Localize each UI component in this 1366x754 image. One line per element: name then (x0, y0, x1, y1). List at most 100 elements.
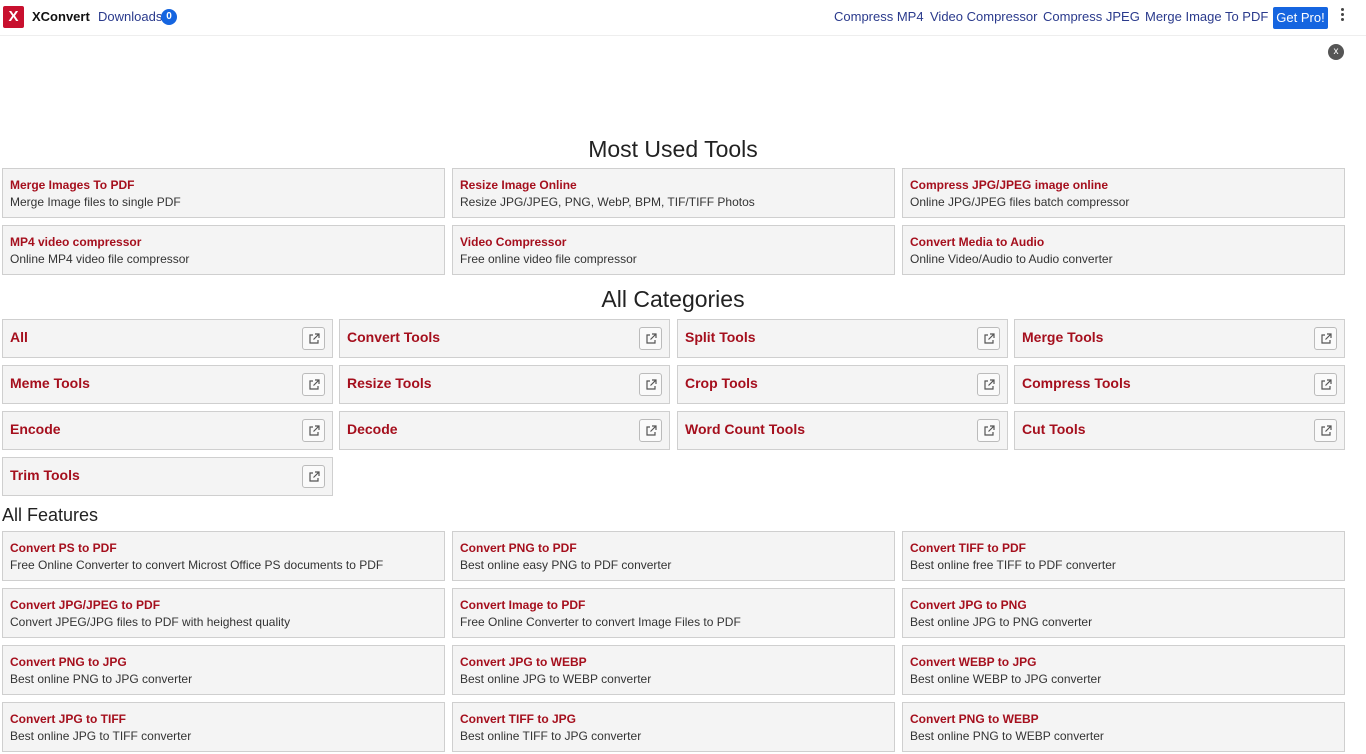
category-label[interactable]: Encode (10, 421, 61, 437)
tool-card-title[interactable]: Convert JPG/JPEG to PDF (10, 597, 444, 613)
top-navbar: X XConvert Downloads 0 Compress MP4 Vide… (0, 0, 1366, 36)
category-label[interactable]: Meme Tools (10, 375, 90, 391)
external-link-icon[interactable] (639, 419, 662, 442)
external-link-icon[interactable] (639, 327, 662, 350)
nav-compress-jpeg[interactable]: Compress JPEG (1043, 9, 1140, 24)
category-label[interactable]: All (10, 329, 28, 345)
get-pro-button[interactable]: Get Pro! (1273, 7, 1328, 29)
external-link-icon[interactable] (639, 373, 662, 396)
all-categories-title: All Categories (601, 286, 745, 312)
nav-compress-mp4[interactable]: Compress MP4 (834, 9, 924, 24)
category-card[interactable]: Trim Tools (2, 457, 333, 496)
tool-card-title[interactable]: Video Compressor (460, 234, 894, 250)
category-label[interactable]: Split Tools (685, 329, 756, 345)
tool-card-title[interactable]: Convert Media to Audio (910, 234, 1344, 250)
external-link-icon[interactable] (1314, 327, 1337, 350)
external-link-icon[interactable] (302, 327, 325, 350)
category-label[interactable]: Compress Tools (1022, 375, 1131, 391)
tool-card[interactable]: Resize Image Online Resize JPG/JPEG, PNG,… (452, 168, 895, 218)
tool-card-description: Convert JPEG/JPG files to PDF with heigh… (10, 615, 291, 629)
most-used-title: Most Used Tools (588, 136, 758, 162)
tool-card-title[interactable]: Convert JPG to PNG (910, 597, 1344, 613)
external-link-icon[interactable] (302, 465, 325, 488)
category-card[interactable]: Merge Tools (1014, 319, 1345, 358)
tool-card[interactable]: Convert TIFF to JPG Best online TIFF to J… (452, 702, 895, 752)
tool-card[interactable]: Convert WEBP to JPG Best online WEBP to J… (902, 645, 1345, 695)
tool-card-title[interactable]: Convert Image to PDF (460, 597, 894, 613)
external-link-icon[interactable] (1314, 373, 1337, 396)
xconvert-logo-icon[interactable]: X (3, 6, 24, 28)
category-label[interactable]: Trim Tools (10, 467, 80, 483)
category-card[interactable]: Split Tools (677, 319, 1008, 358)
category-card[interactable]: Word Count Tools (677, 411, 1008, 450)
category-label[interactable]: Word Count Tools (685, 421, 805, 437)
tool-card-description: Best online PNG to WEBP converter (910, 729, 1104, 743)
tool-card-description: Online JPG/JPEG files batch compressor (910, 195, 1130, 209)
external-link-icon[interactable] (977, 373, 1000, 396)
category-card[interactable]: Cut Tools (1014, 411, 1345, 450)
tool-card-description: Best online WEBP to JPG converter (910, 672, 1102, 686)
tool-card[interactable]: Merge Images To PDF Merge Image files to … (2, 168, 445, 218)
downloads-link[interactable]: Downloads (98, 9, 162, 24)
tool-card-title[interactable]: Convert PNG to PDF (460, 540, 894, 556)
external-link-icon[interactable] (302, 373, 325, 396)
tool-card-description: Best online TIFF to JPG converter (460, 729, 642, 743)
tool-card-description: Best online easy PNG to PDF converter (460, 558, 672, 572)
tool-card[interactable]: Convert JPG to WEBP Best online JPG to WE… (452, 645, 895, 695)
tool-card-description: Free online video file compressor (460, 252, 637, 266)
tool-card[interactable]: Video Compressor Free online video file c… (452, 225, 895, 275)
tool-card-title[interactable]: Convert PNG to JPG (10, 654, 444, 670)
category-label[interactable]: Resize Tools (347, 375, 432, 391)
more-menu-icon[interactable] (1339, 8, 1345, 24)
close-ad-button[interactable]: x (1328, 44, 1344, 60)
category-card[interactable]: Encode (2, 411, 333, 450)
category-card[interactable]: Decode (339, 411, 670, 450)
tool-card[interactable]: MP4 video compressor Online MP4 video fil… (2, 225, 445, 275)
tool-card-description: Best online PNG to JPG converter (10, 672, 193, 686)
category-label[interactable]: Decode (347, 421, 398, 437)
tool-card-description: Online Video/Audio to Audio converter (910, 252, 1113, 266)
tool-card[interactable]: Convert PNG to PDF Best online easy PNG t… (452, 531, 895, 581)
tool-card[interactable]: Convert PS to PDF Free Online Converter t… (2, 531, 445, 581)
tool-card[interactable]: Convert TIFF to PDF Best online free TIFF… (902, 531, 1345, 581)
tool-card-title[interactable]: Convert PS to PDF (10, 540, 444, 556)
category-label[interactable]: Crop Tools (685, 375, 758, 391)
external-link-icon[interactable] (977, 327, 1000, 350)
category-label[interactable]: Cut Tools (1022, 421, 1086, 437)
category-label[interactable]: Convert Tools (347, 329, 440, 345)
tool-card-title[interactable]: Convert JPG to TIFF (10, 711, 444, 727)
category-card[interactable]: Convert Tools (339, 319, 670, 358)
tool-card-description: Free Online Converter to convert Image F… (460, 615, 741, 629)
category-card[interactable]: Meme Tools (2, 365, 333, 404)
category-card[interactable]: Crop Tools (677, 365, 1008, 404)
tool-card[interactable]: Convert JPG to PNG Best online JPG to PNG… (902, 588, 1345, 638)
external-link-icon[interactable] (1314, 419, 1337, 442)
tool-card-title[interactable]: Merge Images To PDF (10, 177, 444, 193)
tool-card[interactable]: Convert JPG to TIFF Best online JPG to TI… (2, 702, 445, 752)
tool-card-title[interactable]: MP4 video compressor (10, 234, 444, 250)
tool-card-title[interactable]: Convert PNG to WEBP (910, 711, 1344, 727)
external-link-icon[interactable] (977, 419, 1000, 442)
tool-card[interactable]: Convert PNG to JPG Best online PNG to JPG… (2, 645, 445, 695)
tool-card-title[interactable]: Compress JPG/JPEG image online (910, 177, 1344, 193)
tool-card-title[interactable]: Convert WEBP to JPG (910, 654, 1344, 670)
category-card[interactable]: All (2, 319, 333, 358)
external-link-icon[interactable] (302, 419, 325, 442)
tool-card[interactable]: Convert Image to PDF Free Online Converte… (452, 588, 895, 638)
tool-card-title[interactable]: Convert TIFF to PDF (910, 540, 1344, 556)
tool-card[interactable]: Convert JPG/JPEG to PDF Convert JPEG/JPG … (2, 588, 445, 638)
tool-card[interactable]: Convert Media to Audio Online Video/Audio… (902, 225, 1345, 275)
tool-card-title[interactable]: Resize Image Online (460, 177, 894, 193)
brand-name[interactable]: XConvert (32, 9, 90, 24)
category-card[interactable]: Compress Tools (1014, 365, 1345, 404)
tool-card[interactable]: Convert PNG to WEBP Best online PNG to WE… (902, 702, 1345, 752)
tool-card[interactable]: Compress JPG/JPEG image online Online JPG… (902, 168, 1345, 218)
category-label[interactable]: Merge Tools (1022, 329, 1103, 345)
nav-video-compressor[interactable]: Video Compressor (930, 9, 1037, 24)
tool-card-title[interactable]: Convert TIFF to JPG (460, 711, 894, 727)
nav-merge-image-to-pdf[interactable]: Merge Image To PDF (1145, 9, 1268, 24)
category-card[interactable]: Resize Tools (339, 365, 670, 404)
tool-card-title[interactable]: Convert JPG to WEBP (460, 654, 894, 670)
downloads-count-badge: 0 (161, 9, 177, 25)
tool-card-description: Merge Image files to single PDF (10, 195, 181, 209)
